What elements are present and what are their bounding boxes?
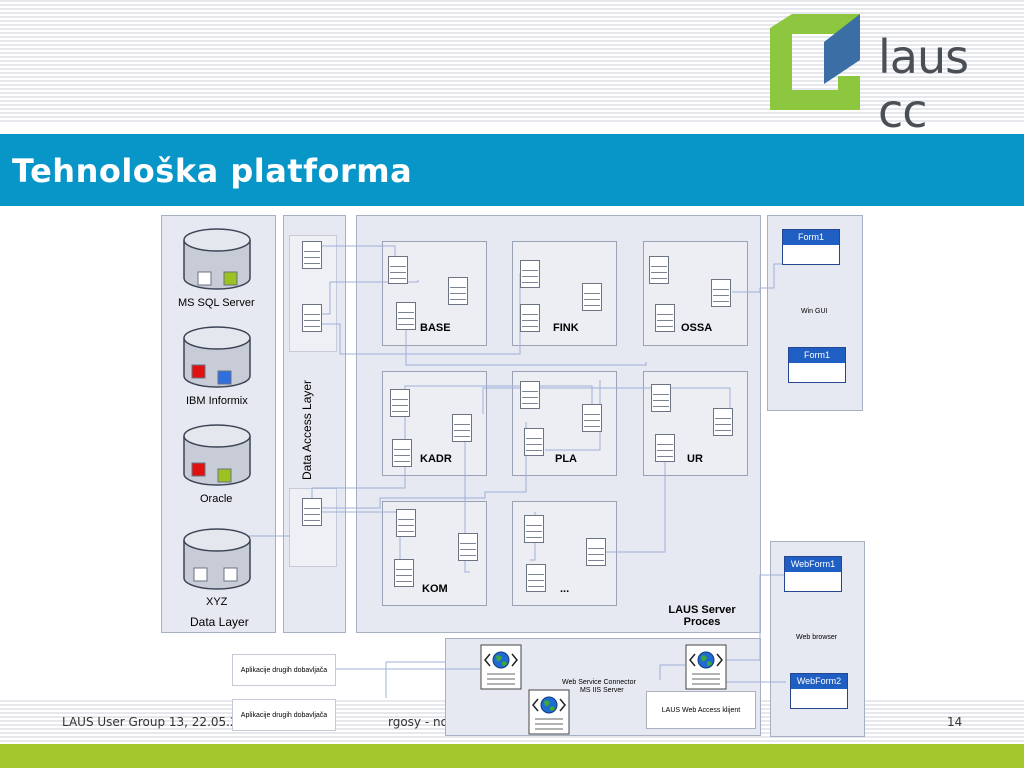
document-icon xyxy=(711,279,731,307)
document-icon xyxy=(390,389,410,417)
document-icon xyxy=(655,434,675,462)
document-icon xyxy=(392,439,412,467)
data-layer-label: Data Layer xyxy=(190,615,249,629)
document-icon xyxy=(520,260,540,288)
document-icon xyxy=(524,515,544,543)
form-title: Form1 xyxy=(789,348,845,363)
provider-box: Aplikacije drugih dobavljača xyxy=(232,654,336,686)
document-icon xyxy=(302,304,322,332)
document-icon xyxy=(394,559,414,587)
web-form-title: WebForm1 xyxy=(785,557,841,572)
document-icon xyxy=(520,381,540,409)
win-gui-label: Win GUI xyxy=(801,308,828,315)
module-label-ossa: OSSA xyxy=(681,322,713,334)
document-icon xyxy=(302,498,322,526)
web-service-server-label: MS IIS Server xyxy=(580,687,624,694)
data-access-layer-label: Data Access Layer xyxy=(300,379,314,480)
database-icon xyxy=(183,228,251,290)
document-icon xyxy=(448,277,468,305)
server-label: LAUS Server Proces xyxy=(668,604,736,628)
web-access-client-box: LAUS Web Access klijent xyxy=(646,691,756,729)
web-form-title: WebForm2 xyxy=(791,674,847,689)
module-label-base: BASE xyxy=(420,322,451,334)
module-label-fink: FINK xyxy=(553,322,579,334)
web-service-icon xyxy=(528,689,570,735)
document-icon xyxy=(396,302,416,330)
web-browser-label: Web browser xyxy=(796,634,838,641)
database-label-oracle: Oracle xyxy=(200,493,233,505)
document-icon xyxy=(452,414,472,442)
document-icon xyxy=(651,384,671,412)
document-icon xyxy=(582,404,602,432)
module-label-more: ... xyxy=(560,583,570,595)
document-icon xyxy=(388,256,408,284)
document-icon xyxy=(524,428,544,456)
document-icon xyxy=(582,283,602,311)
database-label-mssql: MS SQL Server xyxy=(178,297,255,309)
provider-label: Aplikacije drugih dobavljača xyxy=(240,666,328,674)
module-label-ur: UR xyxy=(687,453,703,465)
document-icon xyxy=(655,304,675,332)
web-form-window: WebForm1 xyxy=(784,556,842,592)
provider-box: Aplikacije drugih dobavljača xyxy=(232,699,336,731)
document-icon xyxy=(586,538,606,566)
provider-label: Aplikacije drugih dobavljača xyxy=(240,711,328,719)
document-icon xyxy=(302,241,322,269)
module-label-pla: PLA xyxy=(555,453,577,465)
database-icon xyxy=(183,528,251,590)
database-label-xyz: XYZ xyxy=(206,596,228,608)
web-service-icon xyxy=(685,644,727,690)
document-icon xyxy=(526,564,546,592)
web-service-label: Web Service Connector xyxy=(562,679,636,686)
form-window: Form1 xyxy=(782,229,840,265)
form-title: Form1 xyxy=(783,230,839,245)
database-icon xyxy=(183,424,251,486)
database-icon xyxy=(183,326,251,388)
document-icon xyxy=(458,533,478,561)
form-window: Form1 xyxy=(788,347,846,383)
module-label-kom: KOM xyxy=(422,583,448,595)
web-service-icon xyxy=(480,644,522,690)
database-label-informix: IBM Informix xyxy=(186,395,248,407)
document-icon xyxy=(520,304,540,332)
web-form-window: WebForm2 xyxy=(790,673,848,709)
document-icon xyxy=(649,256,669,284)
document-icon xyxy=(713,408,733,436)
web-access-client-label: LAUS Web Access klijent xyxy=(661,706,741,714)
module-label-kadr: KADR xyxy=(420,453,452,465)
document-icon xyxy=(396,509,416,537)
